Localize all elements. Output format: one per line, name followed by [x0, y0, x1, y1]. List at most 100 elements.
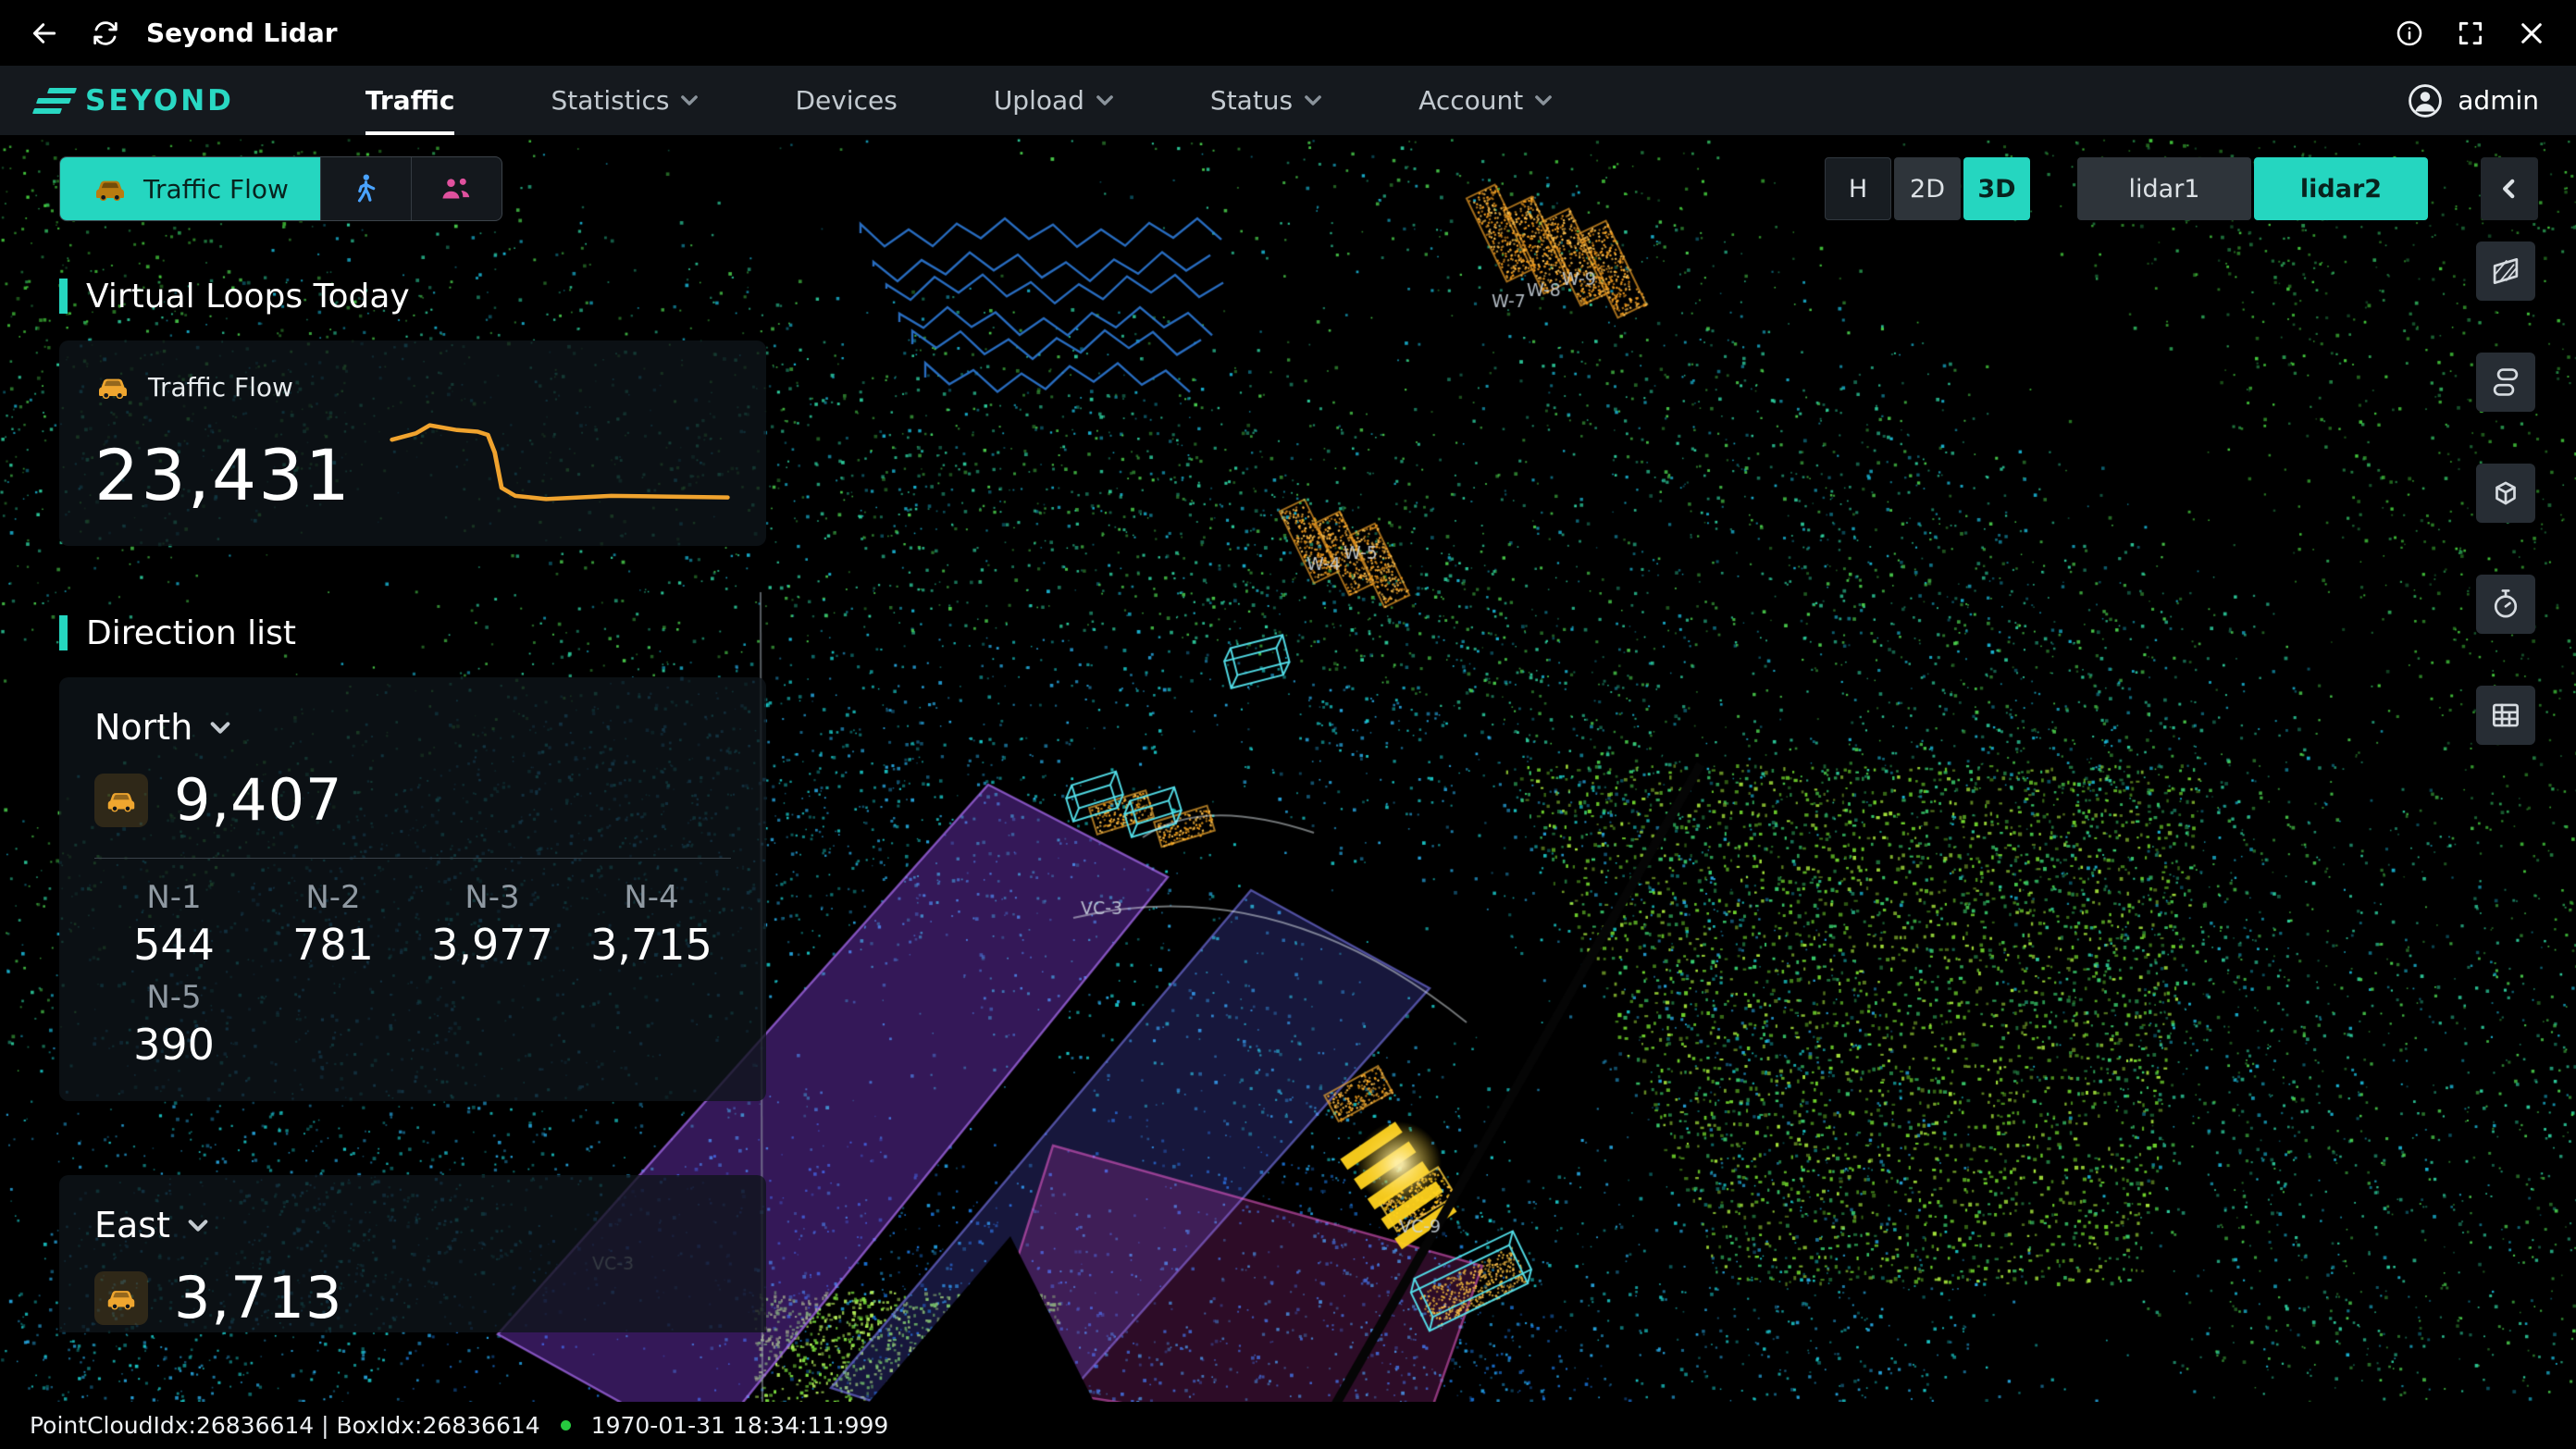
loop-stat: N-3 3,977 — [431, 879, 553, 970]
vehicle-box-button[interactable] — [2476, 464, 2535, 523]
loop-stat: N-1 544 — [133, 879, 215, 970]
user-menu[interactable]: admin — [2406, 81, 2539, 120]
seyond-logo-icon — [31, 87, 78, 114]
nav-tab-devices[interactable]: Devices — [795, 66, 897, 135]
car-icon-badge — [94, 1270, 148, 1325]
nav-tab-label: Traffic — [365, 85, 455, 116]
traffic-flow-total: 23,431 — [94, 434, 352, 517]
nav-items: Traffic Statistics Devices Upload Status… — [365, 66, 1553, 135]
direction-header-north[interactable]: North — [94, 707, 731, 748]
nav-tab-status[interactable]: Status — [1210, 66, 1322, 135]
accent-bar — [59, 615, 68, 650]
nav-tab-upload[interactable]: Upload — [994, 66, 1114, 135]
direction-name: North — [94, 707, 193, 748]
direction-header-east[interactable]: East — [94, 1205, 731, 1245]
table-icon — [2492, 703, 2520, 727]
data-table-button[interactable] — [2476, 686, 2535, 745]
nav-tab-label: Devices — [795, 85, 898, 116]
direction-card-north: North 9,407 N-1 544 N-2 781 N-3 3,977 N-… — [59, 677, 766, 1101]
nav-tab-label: Upload — [993, 85, 1084, 116]
loop-stat: N-5 390 — [133, 979, 215, 1070]
traffic-flow-card-label: Traffic Flow — [148, 371, 293, 402]
chevron-down-icon — [209, 721, 231, 735]
view-mode-2d-button[interactable]: 2D — [1894, 157, 1961, 220]
section-title: Virtual Loops Today — [86, 277, 410, 316]
avatar-icon — [2409, 83, 2443, 118]
lanes-icon — [2493, 368, 2519, 396]
direction-total: 9,407 — [174, 766, 343, 834]
username: admin — [2458, 85, 2539, 116]
direction-total-row: 9,407 — [94, 766, 731, 834]
loop-stat: N-2 781 — [292, 879, 374, 970]
view-mode-h-button[interactable]: H — [1825, 157, 1891, 220]
nav-tab-label: Statistics — [551, 85, 670, 116]
navbar: SEYOND Traffic Statistics Devices Upload… — [0, 66, 2576, 135]
nav-tab-statistics[interactable]: Statistics — [551, 66, 699, 135]
timestamp: 1970-01-31 18:34:11:999 — [590, 1412, 889, 1439]
refresh-icon[interactable] — [89, 17, 122, 50]
zone-hatch-icon — [2493, 257, 2519, 285]
traffic-flow-card-header: Traffic Flow — [94, 368, 731, 405]
seyond-logo[interactable]: SEYOND — [31, 83, 234, 118]
brand-name: SEYOND — [85, 83, 234, 118]
view-mode-3d-button[interactable]: 3D — [1963, 157, 2030, 220]
back-icon[interactable] — [28, 17, 61, 50]
object-filter-group: Traffic Flow — [59, 156, 502, 221]
nav-tab-traffic[interactable]: Traffic — [365, 66, 455, 135]
car-icon — [94, 368, 131, 405]
traffic-flow-card-body: 23,431 — [94, 411, 731, 514]
direction-total: 3,713 — [174, 1264, 343, 1331]
nav-tab-label: Account — [1418, 85, 1524, 116]
car-icon — [104, 783, 139, 818]
window-title: Seyond Lidar — [146, 18, 338, 48]
section-virtual-loops: Virtual Loops Today — [59, 274, 766, 318]
lanes-button[interactable] — [2476, 353, 2535, 412]
section-title: Direction list — [86, 613, 296, 652]
chevron-down-icon — [1534, 94, 1553, 106]
chevron-down-icon — [187, 1219, 209, 1232]
stopwatch-icon — [2494, 589, 2518, 618]
crowd-toggle[interactable] — [410, 157, 502, 220]
pointcloud-index: PointCloudIdx:26836614 | BoxIdx:26836614 — [30, 1412, 540, 1439]
close-icon[interactable] — [2515, 17, 2548, 50]
chevron-left-icon — [2503, 179, 2515, 199]
section-direction-list: Direction list — [59, 611, 766, 655]
direction-total-row: 3,713 — [94, 1264, 731, 1331]
statusbar: PointCloudIdx:26836614 | BoxIdx:26836614… — [0, 1402, 2576, 1449]
loop-stat: N-4 3,715 — [590, 879, 712, 970]
people-icon — [442, 178, 470, 199]
lidar2-button[interactable]: lidar2 — [2254, 157, 2428, 220]
fullscreen-icon[interactable] — [2454, 17, 2487, 50]
accent-bar — [59, 279, 68, 314]
left-panel: Virtual Loops Today Traffic Flow 23,431 … — [59, 274, 766, 1332]
direction-card-east: East 3,713 — [59, 1175, 766, 1332]
chevron-down-icon — [680, 94, 699, 106]
divider — [94, 858, 731, 859]
traffic-flow-card: Traffic Flow 23,431 — [59, 341, 766, 546]
titlebar: Seyond Lidar — [0, 0, 2576, 66]
map-toolbar: Traffic Flow H 2D 3D lidar1 lidar2 — [59, 156, 2538, 221]
pedestrian-toggle[interactable] — [319, 157, 411, 220]
info-icon[interactable] — [2393, 17, 2426, 50]
traffic-flow-sparkline — [390, 423, 730, 502]
zone-draw-button[interactable] — [2476, 242, 2535, 301]
nav-tab-account[interactable]: Account — [1418, 66, 1553, 135]
traffic-flow-toggle[interactable]: Traffic Flow — [60, 157, 320, 220]
chevron-down-icon — [1304, 94, 1322, 106]
playback-timer-button[interactable] — [2476, 575, 2535, 634]
pedestrian-icon — [358, 174, 376, 203]
collapse-panel-button[interactable] — [2481, 157, 2538, 220]
status-dot — [560, 1420, 571, 1430]
cube-icon — [2496, 481, 2516, 505]
chevron-down-icon — [1096, 94, 1114, 106]
map-tools-rail — [2476, 242, 2535, 745]
car-icon — [92, 170, 129, 207]
view-controls: H 2D 3D lidar1 lidar2 — [1825, 157, 2538, 220]
direction-name: East — [94, 1205, 170, 1245]
loop-grid: N-1 544 N-2 781 N-3 3,977 N-4 3,715 N-5 … — [94, 879, 731, 1070]
car-icon — [104, 1281, 139, 1316]
nav-tab-label: Status — [1209, 85, 1294, 116]
lidar1-button[interactable]: lidar1 — [2077, 157, 2251, 220]
traffic-flow-toggle-label: Traffic Flow — [143, 173, 289, 204]
car-icon-badge — [94, 773, 148, 827]
